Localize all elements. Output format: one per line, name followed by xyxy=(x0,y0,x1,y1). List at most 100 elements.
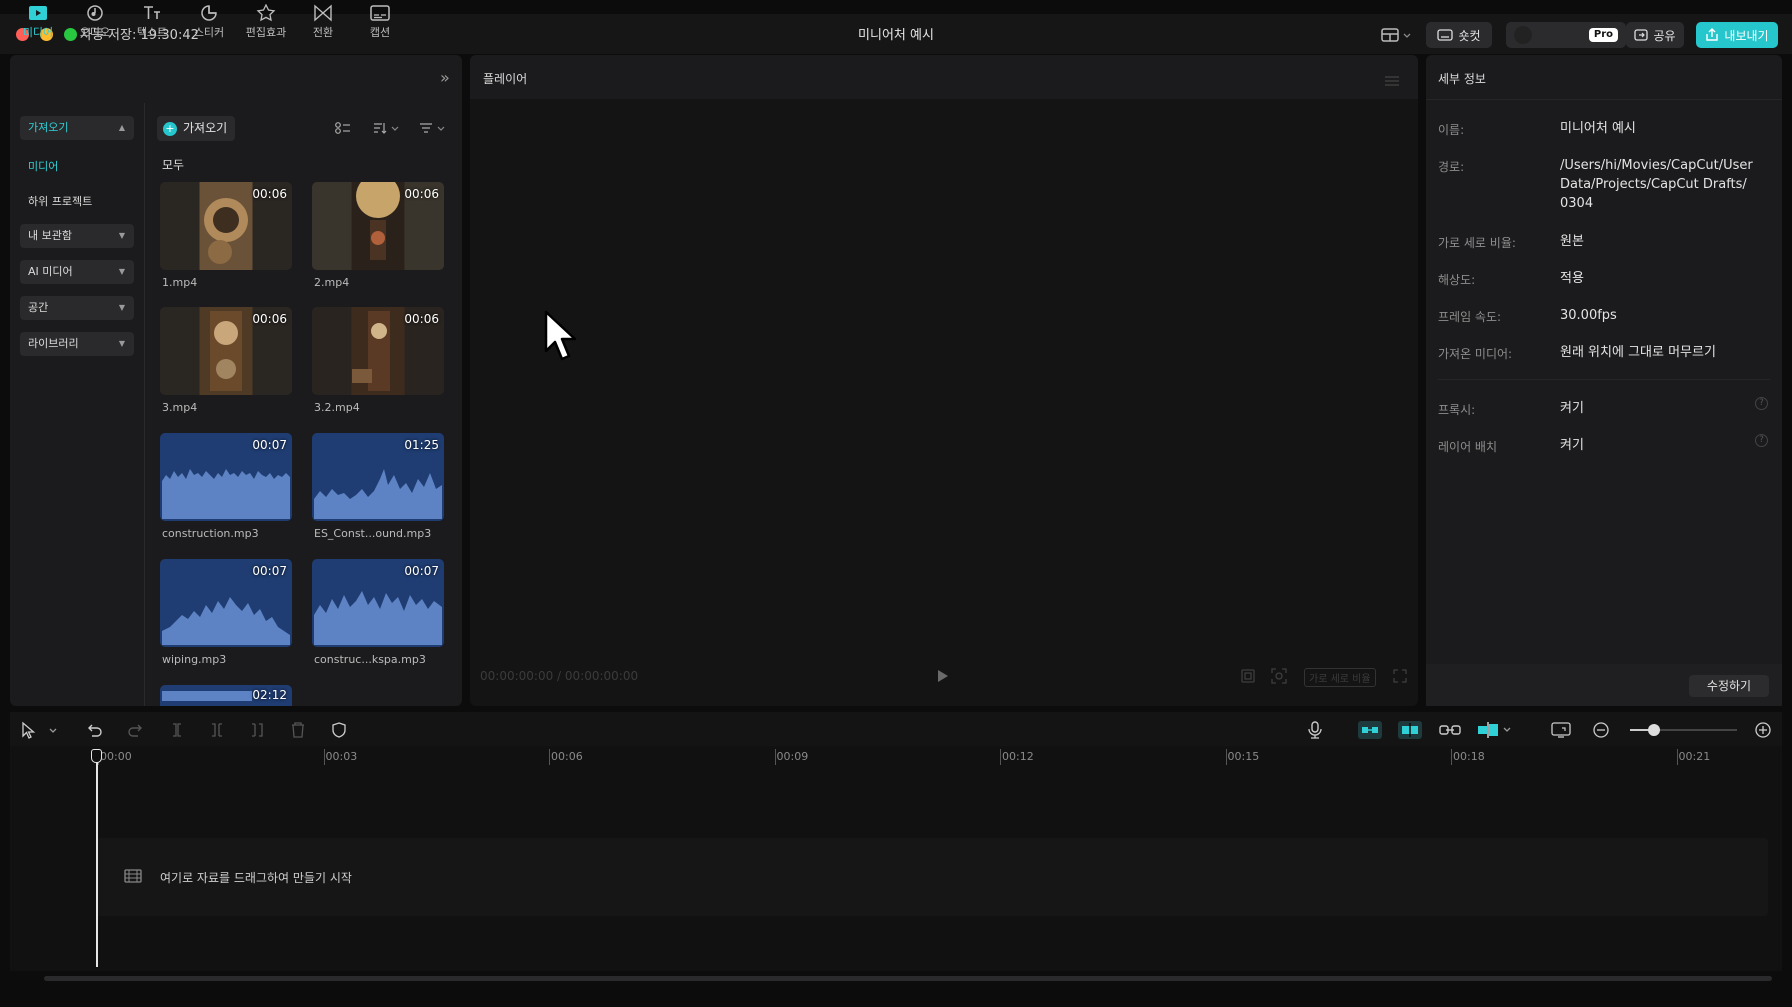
player-menu-button[interactable] xyxy=(1384,72,1400,91)
caption-icon xyxy=(370,5,390,21)
sidebar-item-media[interactable]: 미디어 xyxy=(28,158,58,174)
sidebar-import[interactable]: 가져오기 ▲ xyxy=(20,116,134,140)
tab-effects-label: 편집효과 xyxy=(245,26,287,39)
tab-text[interactable]: 텍스트 xyxy=(126,4,178,40)
microphone-icon xyxy=(1308,721,1322,739)
tab-media-label: 미디어 xyxy=(22,26,54,39)
duration-label: 00:07 xyxy=(252,438,287,452)
media-item-8[interactable]: 00:07 xyxy=(312,559,444,647)
media-item-9[interactable]: 02:12 xyxy=(160,685,292,706)
record-audio-button[interactable] xyxy=(1306,720,1324,744)
play-button[interactable] xyxy=(936,668,950,688)
ruler-tick xyxy=(323,749,325,765)
import-button[interactable]: + 가져오기 xyxy=(157,116,235,141)
ruler-tick xyxy=(1000,749,1001,765)
tab-text-label: 텍스트 xyxy=(136,26,168,39)
framerate-label: 프레임 속도: xyxy=(1438,310,1502,324)
tab-audio[interactable]: 오디오 xyxy=(69,4,121,40)
framerate-value: 30.00fps xyxy=(1560,308,1617,323)
waveform-icon xyxy=(162,691,252,701)
share-button[interactable]: 공유 xyxy=(1626,22,1684,48)
media-item-7[interactable]: 00:07 xyxy=(160,559,292,647)
media-item-2[interactable]: 00:06 xyxy=(312,182,444,270)
more-tools-icon[interactable]: » xyxy=(440,68,450,87)
aspect-ratio-button[interactable]: 가로 세로 비율 xyxy=(1304,668,1376,687)
sidebar-my-library[interactable]: 내 보관함 ▼ xyxy=(20,224,134,248)
zoom-in-button[interactable] xyxy=(1754,721,1772,743)
zoom-slider-handle[interactable] xyxy=(1648,724,1660,736)
panel-divider xyxy=(144,103,145,706)
link-button[interactable] xyxy=(1438,721,1462,743)
zoom-out-button[interactable] xyxy=(1592,721,1610,743)
media-item-name: construction.mp3 xyxy=(162,527,259,540)
media-item-4[interactable]: 00:06 xyxy=(312,307,444,395)
view-toggle-button[interactable] xyxy=(334,120,352,140)
avatar[interactable] xyxy=(1514,26,1532,44)
shield-button[interactable] xyxy=(330,721,348,743)
sidebar-library[interactable]: 라이브러리 ▼ xyxy=(20,332,134,356)
media-item-name: 3.mp4 xyxy=(162,401,198,414)
ruler-tick xyxy=(549,749,550,765)
sidebar-item-subproject[interactable]: 하위 프로젝트 xyxy=(28,193,92,209)
filter-icon xyxy=(420,123,445,133)
capcut-window: 자동 저장: 19:30:42 미니어처 예시 숏컷 Pro 공유 내보내기 미… xyxy=(0,0,1792,1007)
redo-button[interactable] xyxy=(126,721,144,743)
media-item-5[interactable]: 00:07 xyxy=(160,433,292,521)
resolution-value: 적용 xyxy=(1560,271,1584,286)
chevron-down-icon: ▼ xyxy=(118,303,125,312)
playhead[interactable] xyxy=(91,749,102,967)
details-divider xyxy=(1438,379,1770,380)
layout-icon xyxy=(1381,28,1411,42)
help-icon[interactable]: ? xyxy=(1755,397,1768,410)
chevron-up-icon: ▲ xyxy=(118,123,125,132)
ruler-tick-label: 00:18 xyxy=(1453,750,1485,763)
main-track-magnet-button[interactable] xyxy=(1358,721,1382,739)
tab-effects[interactable]: 편집효과 xyxy=(240,4,292,40)
fit-view-button[interactable] xyxy=(1240,668,1256,688)
tab-transition[interactable]: 전환 xyxy=(297,4,349,40)
keyboard-icon xyxy=(1437,29,1454,41)
shortcut-button[interactable]: 숏컷 xyxy=(1426,22,1492,48)
tab-media[interactable]: 미디어 xyxy=(12,4,64,40)
filter-button[interactable] xyxy=(418,120,448,140)
share-label: 공유 xyxy=(1653,28,1676,43)
duration-label: 00:07 xyxy=(252,564,287,578)
delete-button[interactable] xyxy=(289,721,307,743)
sidebar-space[interactable]: 공간 ▼ xyxy=(20,296,134,320)
media-item-3[interactable]: 00:06 xyxy=(160,307,292,395)
fullscreen-button[interactable] xyxy=(1392,668,1408,688)
tab-sticker[interactable]: 스티커 xyxy=(183,4,235,40)
media-item-1[interactable]: 00:06 xyxy=(160,182,292,270)
trim-left-button[interactable] xyxy=(208,721,226,743)
split-button[interactable] xyxy=(168,721,186,743)
current-time: 00:00:00:00 xyxy=(480,669,554,683)
account-pro-area[interactable]: Pro xyxy=(1506,22,1626,48)
trim-right-button[interactable] xyxy=(248,721,266,743)
help-icon[interactable]: ? xyxy=(1755,434,1768,447)
ruler-tick-label: 00:15 xyxy=(1227,750,1260,763)
snapshot-button[interactable] xyxy=(1270,667,1288,689)
undo-button[interactable] xyxy=(86,721,104,743)
tab-caption[interactable]: 캡션 xyxy=(354,4,406,40)
sidebar-my-library-label: 내 보관함 xyxy=(28,229,72,242)
media-item-6[interactable]: 01:25 xyxy=(312,433,444,521)
ruler-tick-label: 00:09 xyxy=(776,750,809,763)
duration-label: 00:06 xyxy=(252,312,287,326)
transition-icon xyxy=(314,4,332,22)
auto-snap-button[interactable] xyxy=(1398,721,1422,739)
zoom-slider-track[interactable] xyxy=(1630,724,1737,736)
timeline-scrollbar[interactable] xyxy=(44,976,1772,981)
modify-button[interactable]: 수정하기 xyxy=(1689,675,1769,697)
export-button[interactable]: 내보내기 xyxy=(1696,22,1778,48)
proxy-label: 프록시: xyxy=(1438,403,1476,417)
select-tool-button[interactable] xyxy=(20,721,60,743)
section-all-label: 모두 xyxy=(162,158,185,172)
preview-axis-button[interactable] xyxy=(1476,721,1516,739)
sort-button[interactable] xyxy=(372,120,400,140)
waveform-icon xyxy=(314,591,442,645)
sidebar-ai-media[interactable]: AI 미디어 ▼ xyxy=(20,260,134,284)
layout-toggle-button[interactable] xyxy=(1380,26,1412,44)
playhead-handle[interactable] xyxy=(91,749,102,763)
export-label: 내보내기 xyxy=(1724,28,1769,43)
preview-window-button[interactable] xyxy=(1550,721,1572,743)
